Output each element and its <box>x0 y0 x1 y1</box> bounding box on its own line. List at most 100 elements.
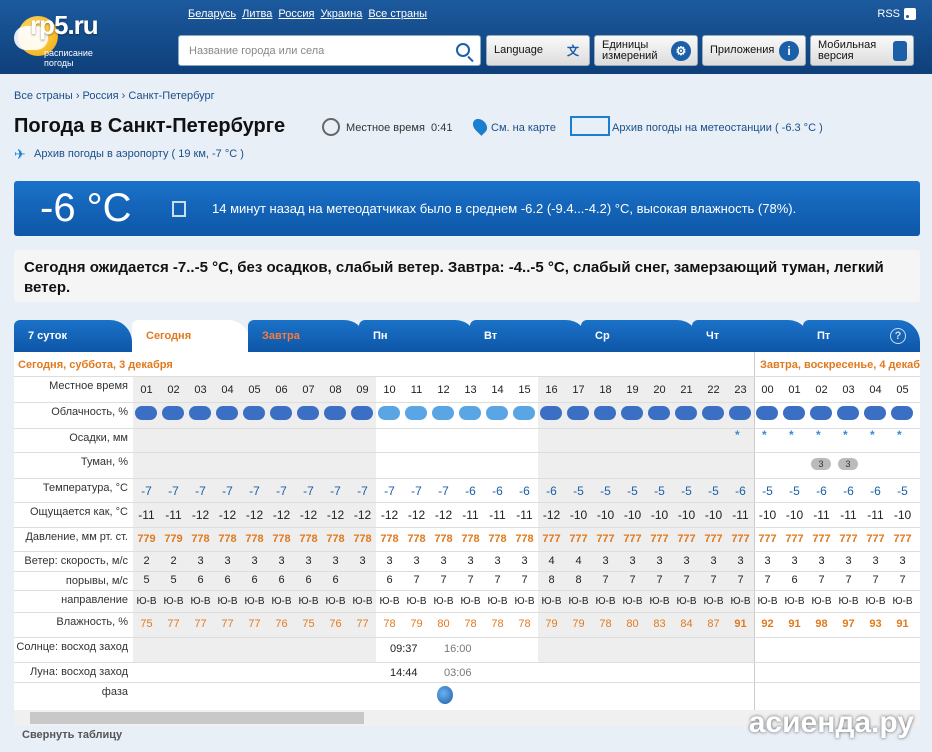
cloud-icon <box>486 406 508 420</box>
tab-friday[interactable]: Пт? <box>803 320 920 352</box>
tab-7-days[interactable]: 7 суток <box>14 320 132 352</box>
language-button[interactable]: Language 文 <box>486 35 590 66</box>
pressure-cell: 778 <box>407 533 426 545</box>
humidity-cell: 75 <box>140 618 153 630</box>
hour-cell: 20 <box>653 384 666 396</box>
day-separator <box>754 352 755 710</box>
pressure-cell: 778 <box>488 533 507 545</box>
wind-speed-cell: 3 <box>872 555 879 567</box>
wind-speed-cell: 3 <box>278 555 285 567</box>
apps-button[interactable]: Приложения i <box>702 35 806 66</box>
feels-cell: -10 <box>596 508 615 522</box>
help-icon[interactable]: ? <box>890 328 906 344</box>
hour-cell: 19 <box>626 384 639 396</box>
sensor-icon <box>172 201 186 217</box>
humidity-cell: 92 <box>761 618 774 630</box>
map-link[interactable]: См. на карте <box>491 122 556 134</box>
tab-today[interactable]: Сегодня <box>132 320 250 352</box>
row-label-humidity: Влажность, % <box>56 616 128 628</box>
row-label-cloud: Облачность, % <box>51 406 128 418</box>
pressure-cell: 777 <box>866 533 885 545</box>
pressure-cell: 778 <box>299 533 318 545</box>
search-icon[interactable] <box>456 43 470 57</box>
breadcrumb-spb[interactable]: Санкт-Петербург <box>128 90 214 102</box>
gust-cell: 8 <box>548 574 555 586</box>
airport-archive-link[interactable]: Архив погоды в аэропорту ( 19 км, -7 °C … <box>34 148 244 160</box>
units-button[interactable]: Единицы измерений ⚙ <box>594 35 698 66</box>
pressure-cell: 777 <box>839 533 858 545</box>
feels-cell: -11 <box>516 508 533 522</box>
wind-dir-cell: Ю-В <box>352 596 373 607</box>
wind-speed-cell: 3 <box>413 555 420 567</box>
breadcrumb-all-countries[interactable]: Все страны <box>14 90 73 102</box>
cloud-icon <box>594 406 616 420</box>
temp-cell: -7 <box>330 484 341 498</box>
breadcrumb-russia[interactable]: Россия <box>83 90 119 102</box>
wind-speed-cell: 3 <box>521 555 528 567</box>
link-russia[interactable]: Россия <box>278 8 314 20</box>
temp-cell: -6 <box>816 484 827 498</box>
temp-cell: -5 <box>789 484 800 498</box>
row-line <box>14 376 920 377</box>
hour-cell: 01 <box>788 384 801 396</box>
search-input[interactable]: Название города или села <box>178 35 481 66</box>
feels-cell: -11 <box>462 508 479 522</box>
tab-wednesday[interactable]: Ср <box>581 320 699 352</box>
logo-brand: rp5.ru <box>30 10 99 40</box>
apps-label: Приложения <box>710 44 775 56</box>
row-line <box>14 478 920 479</box>
hour-cell: 03 <box>842 384 855 396</box>
feels-cell: -10 <box>758 508 777 522</box>
temp-cell: -5 <box>573 484 584 498</box>
wind-dir-cell: Ю-В <box>730 596 751 607</box>
cloud-icon <box>513 406 535 420</box>
pressure-cell: 779 <box>164 533 183 545</box>
gust-cell: 5 <box>170 574 177 586</box>
row-line <box>14 502 920 503</box>
tab-thursday[interactable]: Чт <box>692 320 810 352</box>
scrollbar-thumb[interactable] <box>30 712 364 724</box>
tab-tuesday[interactable]: Вт <box>470 320 588 352</box>
breadcrumb: Все страны › Россия › Санкт-Петербург <box>14 90 215 102</box>
row-label-fog: Туман, % <box>80 456 128 468</box>
moonrise-time: 14:44 <box>390 667 418 679</box>
wind-dir-cell: Ю-В <box>244 596 265 607</box>
wind-speed-cell: 3 <box>197 555 204 567</box>
wind-speed-cell: 3 <box>845 555 852 567</box>
row-label-phase: фаза <box>101 686 128 698</box>
row-label-sun: Солнце: восход заход <box>16 641 128 653</box>
humidity-cell: 98 <box>815 618 828 630</box>
row-label-gusts: порывы, м/с <box>65 575 128 587</box>
station-archive-link[interactable]: Архив погоды на метеостанции ( -6.3 °C ) <box>612 122 823 134</box>
link-all-countries[interactable]: Все страны <box>368 8 427 20</box>
collapse-table-button[interactable]: Свернуть таблицу <box>22 729 122 741</box>
tab-tomorrow[interactable]: Завтра <box>248 320 366 352</box>
mobile-button[interactable]: Мобильная версия <box>810 35 914 66</box>
row-line <box>14 452 920 453</box>
wind-speed-cell: 3 <box>440 555 447 567</box>
row-label-pressure: Давление, мм рт. ст. <box>25 531 128 543</box>
temp-cell: -6 <box>735 484 746 498</box>
hour-cell: 15 <box>518 384 531 396</box>
wind-speed-cell: 4 <box>575 555 582 567</box>
tab-monday[interactable]: Пн <box>359 320 477 352</box>
wind-dir-cell: Ю-В <box>406 596 427 607</box>
link-ukraine[interactable]: Украина <box>320 8 362 20</box>
gust-cell: 7 <box>818 574 825 586</box>
cloud-icon <box>297 406 319 420</box>
local-time: Местное время 0:41 <box>346 122 452 134</box>
site-logo[interactable]: rp5.ru расписание погоды <box>14 6 124 68</box>
humidity-cell: 77 <box>221 618 234 630</box>
gust-cell: 7 <box>872 574 879 586</box>
wind-speed-cell: 2 <box>143 555 150 567</box>
link-belarus[interactable]: Беларусь <box>188 8 236 20</box>
wind-dir-cell: Ю-В <box>379 596 400 607</box>
link-lithuania[interactable]: Литва <box>242 8 272 20</box>
humidity-cell: 79 <box>572 618 585 630</box>
row-label-hours: Местное время <box>49 380 128 392</box>
row-line <box>14 527 920 528</box>
moon-phase-icon <box>437 686 453 704</box>
rss-link[interactable]: RSS <box>877 8 916 20</box>
current-weather-bar: -6 °C 14 минут назад на метеодатчиках бы… <box>14 181 920 236</box>
wind-dir-cell: Ю-В <box>163 596 184 607</box>
